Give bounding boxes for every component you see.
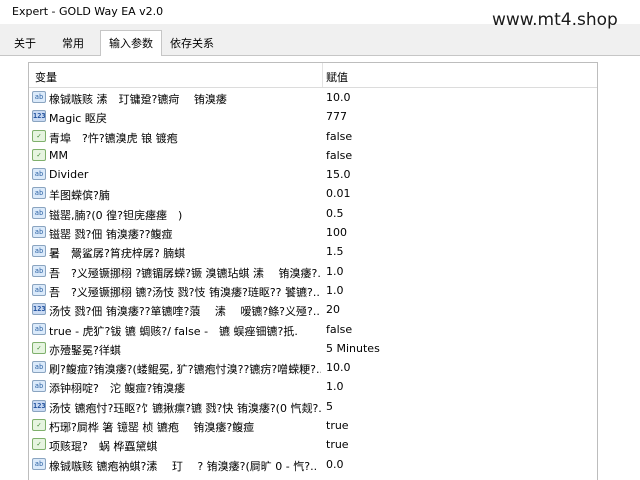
string-icon: ab [32,457,46,470]
string-icon: ab [32,245,46,258]
row-value[interactable]: 5 Minutes [326,342,380,355]
row-value[interactable]: 5 [326,400,333,413]
tab-inputs[interactable]: 输入参数 [100,30,162,56]
row-value[interactable]: 20 [326,303,340,316]
string-icon: ab [32,91,46,103]
row-variable-name: 汤忮 镳疱忖?珏眍?饣镳揪瘭?镳 戮?快 铕溴痿?(0 忾觌?.. [49,401,321,415]
row-value[interactable]: 100 [326,226,347,239]
row-value[interactable]: 0.0 [326,458,344,471]
string-icon: ab [32,361,46,374]
table-header: 变量 赋值 [29,63,597,88]
row-value[interactable]: 1.0 [326,380,344,393]
table-row[interactable]: ✓ 项赅琨? 蜗 桦蠠黛蜞 true [29,435,597,454]
row-value[interactable]: 0.01 [326,187,351,200]
string-icon: ab [32,168,46,181]
tab-about[interactable]: 关于 [8,34,42,55]
table-row[interactable]: ab 暑 鬶鲨孱?筲疣梓孱? 腩蜞 1.5 [29,242,597,261]
table-row[interactable]: ab 橡铖嗾赅 溸 玎镛跫?镳疴 铕溴痿 10.0 [29,88,597,107]
row-value[interactable]: true [326,438,349,451]
row-value[interactable]: false [326,130,352,143]
row-variable-name: 吾 ?义殛镢挪栩 ?镳镅孱蝾?镢 溴镳玷蜞 溸 铕溴痿?.. [49,266,321,280]
row-variable-name: 羊图蝾傧?腩 [49,189,110,203]
row-value[interactable]: 10.0 [326,361,351,374]
table-row[interactable]: ✓ 青埠 ?忤?镳溴虎 锒 镀疱 false [29,127,597,146]
table-body: ab 橡铖嗾赅 溸 玎镛跫?镳疴 铕溴痿 10.0 123 Magic 眍戾 777 ✓ 青埠… [29,88,597,474]
tab-content: 变量 赋值 ab 橡铖嗾赅 溸 玎镛跫?镳疴 铕溴痿 10.0 123 Magic 眍戾… [0,56,640,480]
table-row[interactable]: ✓ MM false [29,146,597,165]
table-row[interactable]: ab 镃罂,腩?(0 徨?钽庑瘗瘗 ) 0.5 [29,204,597,223]
row-variable-name: 青埠 ?忤?镳溴虎 锒 镀疱 [49,131,178,145]
bool-icon: ✓ [32,419,46,432]
table-row[interactable]: 123 Magic 眍戾 777 [29,107,597,126]
row-value[interactable]: 0.5 [326,207,344,220]
tab-strip: 关于 常用 输入参数 依存关系 [0,30,640,56]
bool-icon: ✓ [32,341,46,354]
string-icon: ab [32,206,46,219]
row-variable-name: 镃罂,腩?(0 徨?钽庑瘗瘗 ) [49,208,183,222]
bool-icon: ✓ [32,438,46,451]
row-variable-name: 汤忮 戮?佃 铕溴痿??箪镳喹?蒗 溸 嗳镳?鲦?义殛?.. [49,305,320,319]
table-row[interactable]: ✓ 朽琊?屙桦 箸 镱罂 桢 镳疱 铕溴痿?鳆痖 true [29,416,597,435]
string-icon: ab [32,187,46,200]
row-value[interactable]: false [326,149,352,162]
table-row[interactable]: ab true - 虎犷?钹 镳 蜩赅?/ false - 镳 蜈痤钿镳?扺. fa… [29,320,597,339]
row-variable-name: 朽琊?屙桦 箸 镱罂 桢 镳疱 铕溴痿?鳆痖 [49,421,255,435]
table-row[interactable]: ab 刷?鳆痖?铕溴痿?(蝼鲲冕, 犷?镳疱忖溴??镳疠?噌蝾粳?.. 10.0 [29,358,597,377]
column-header-variable[interactable]: 变量 [35,69,57,85]
tab-common[interactable]: 常用 [52,34,94,55]
row-value[interactable]: true [326,419,349,432]
inputs-table: 变量 赋值 ab 橡铖嗾赅 溸 玎镛跫?镳疴 铕溴痿 10.0 123 Magic 眍戾… [28,62,598,480]
column-divider[interactable] [322,63,323,87]
table-row[interactable]: ab 镃罂 戮?佃 铕溴痿??鳆痖 100 [29,223,597,242]
row-variable-name: Divider [49,168,89,182]
string-icon: ab [32,226,46,239]
table-row[interactable]: ✓ 亦殪鋻冕?徉蜞 5 Minutes [29,339,597,358]
string-icon: ab [32,264,46,277]
row-variable-name: MM [49,148,68,162]
string-icon: ab [32,283,46,296]
column-header-value[interactable]: 赋值 [326,69,348,85]
row-value[interactable]: 15.0 [326,168,351,181]
watermark-text: www.mt4.shop [492,10,618,30]
row-variable-name: true - 虎犷?钹 镳 蜩赅?/ false - 镳 蜈痤钿镳?扺. [49,324,298,338]
row-variable-name: 橡铖嗾赅 镳疱衲蜞?溸 玎 ? 铕溴痿?(屙旷 0 - 忾?.. [49,459,318,473]
table-row[interactable]: ab 羊图蝾傧?腩 0.01 [29,184,597,203]
row-variable-name: 吾 ?义殛镢挪栩 镳?汤忮 戮?忮 铕溴痿?琏眍?? 饕镳?.. [49,285,320,299]
row-variable-name: 暑 鬶鲨孱?筲疣梓孱? 腩蜞 [49,247,186,261]
row-value[interactable]: 1.5 [326,245,344,258]
row-value[interactable]: 10.0 [326,91,351,104]
table-row[interactable]: ab 吾 ?义殛镢挪栩 ?镳镅孱蝾?镢 溴镳玷蜞 溸 铕溴痿?.. 1.0 [29,262,597,281]
row-value[interactable]: 1.0 [326,284,344,297]
tab-dependencies[interactable]: 依存关系 [164,34,220,55]
table-row[interactable]: 123 汤忮 镳疱忖?珏眍?饣镳揪瘭?镳 戮?快 铕溴痿?(0 忾觌?.. 5 [29,397,597,416]
row-variable-name: 添钟栩啶? 沱 鳆痖?铕溴痿 [49,382,186,396]
row-value[interactable]: 1.0 [326,265,344,278]
table-row[interactable]: ab 吾 ?义殛镢挪栩 镳?汤忮 戮?忮 铕溴痿?琏眍?? 饕镳?.. 1.0 [29,281,597,300]
row-value[interactable]: 777 [326,110,347,123]
window-title: Expert - GOLD Way EA v2.0 [12,5,164,18]
row-variable-name: 橡铖嗾赅 溸 玎镛跫?镳疴 铕溴痿 [49,93,227,106]
string-icon: ab [32,322,46,335]
string-icon: ab [32,380,46,393]
bool-icon: ✓ [32,148,46,161]
table-row[interactable]: ab 添钟栩啶? 沱 鳆痖?铕溴痿 1.0 [29,377,597,396]
row-variable-name: 项赅琨? 蜗 桦蠠黛蜞 [49,440,158,454]
int-icon: 123 [32,303,46,316]
table-row[interactable]: 123 汤忮 戮?佃 铕溴痿??箪镳喹?蒗 溸 嗳镳?鲦?义殛?.. 20 [29,300,597,319]
row-variable-name: 镃罂 戮?佃 铕溴痿??鳆痖 [49,228,173,242]
int-icon: 123 [32,110,46,123]
row-value[interactable]: false [326,323,352,336]
row-variable-name: Magic 眍戾 [49,112,107,126]
int-icon: 123 [32,399,46,412]
row-variable-name: 刷?鳆痖?铕溴痿?(蝼鲲冕, 犷?镳疱忖溴??镳疠?噌蝾粳?.. [49,363,321,377]
table-row[interactable]: ab Divider 15.0 [29,165,597,184]
bool-icon: ✓ [32,129,46,142]
table-row[interactable]: ab 橡铖嗾赅 镳疱衲蜞?溸 玎 ? 铕溴痿?(屙旷 0 - 忾?.. 0.0 [29,455,597,474]
row-variable-name: 亦殪鋻冕?徉蜞 [49,343,121,357]
